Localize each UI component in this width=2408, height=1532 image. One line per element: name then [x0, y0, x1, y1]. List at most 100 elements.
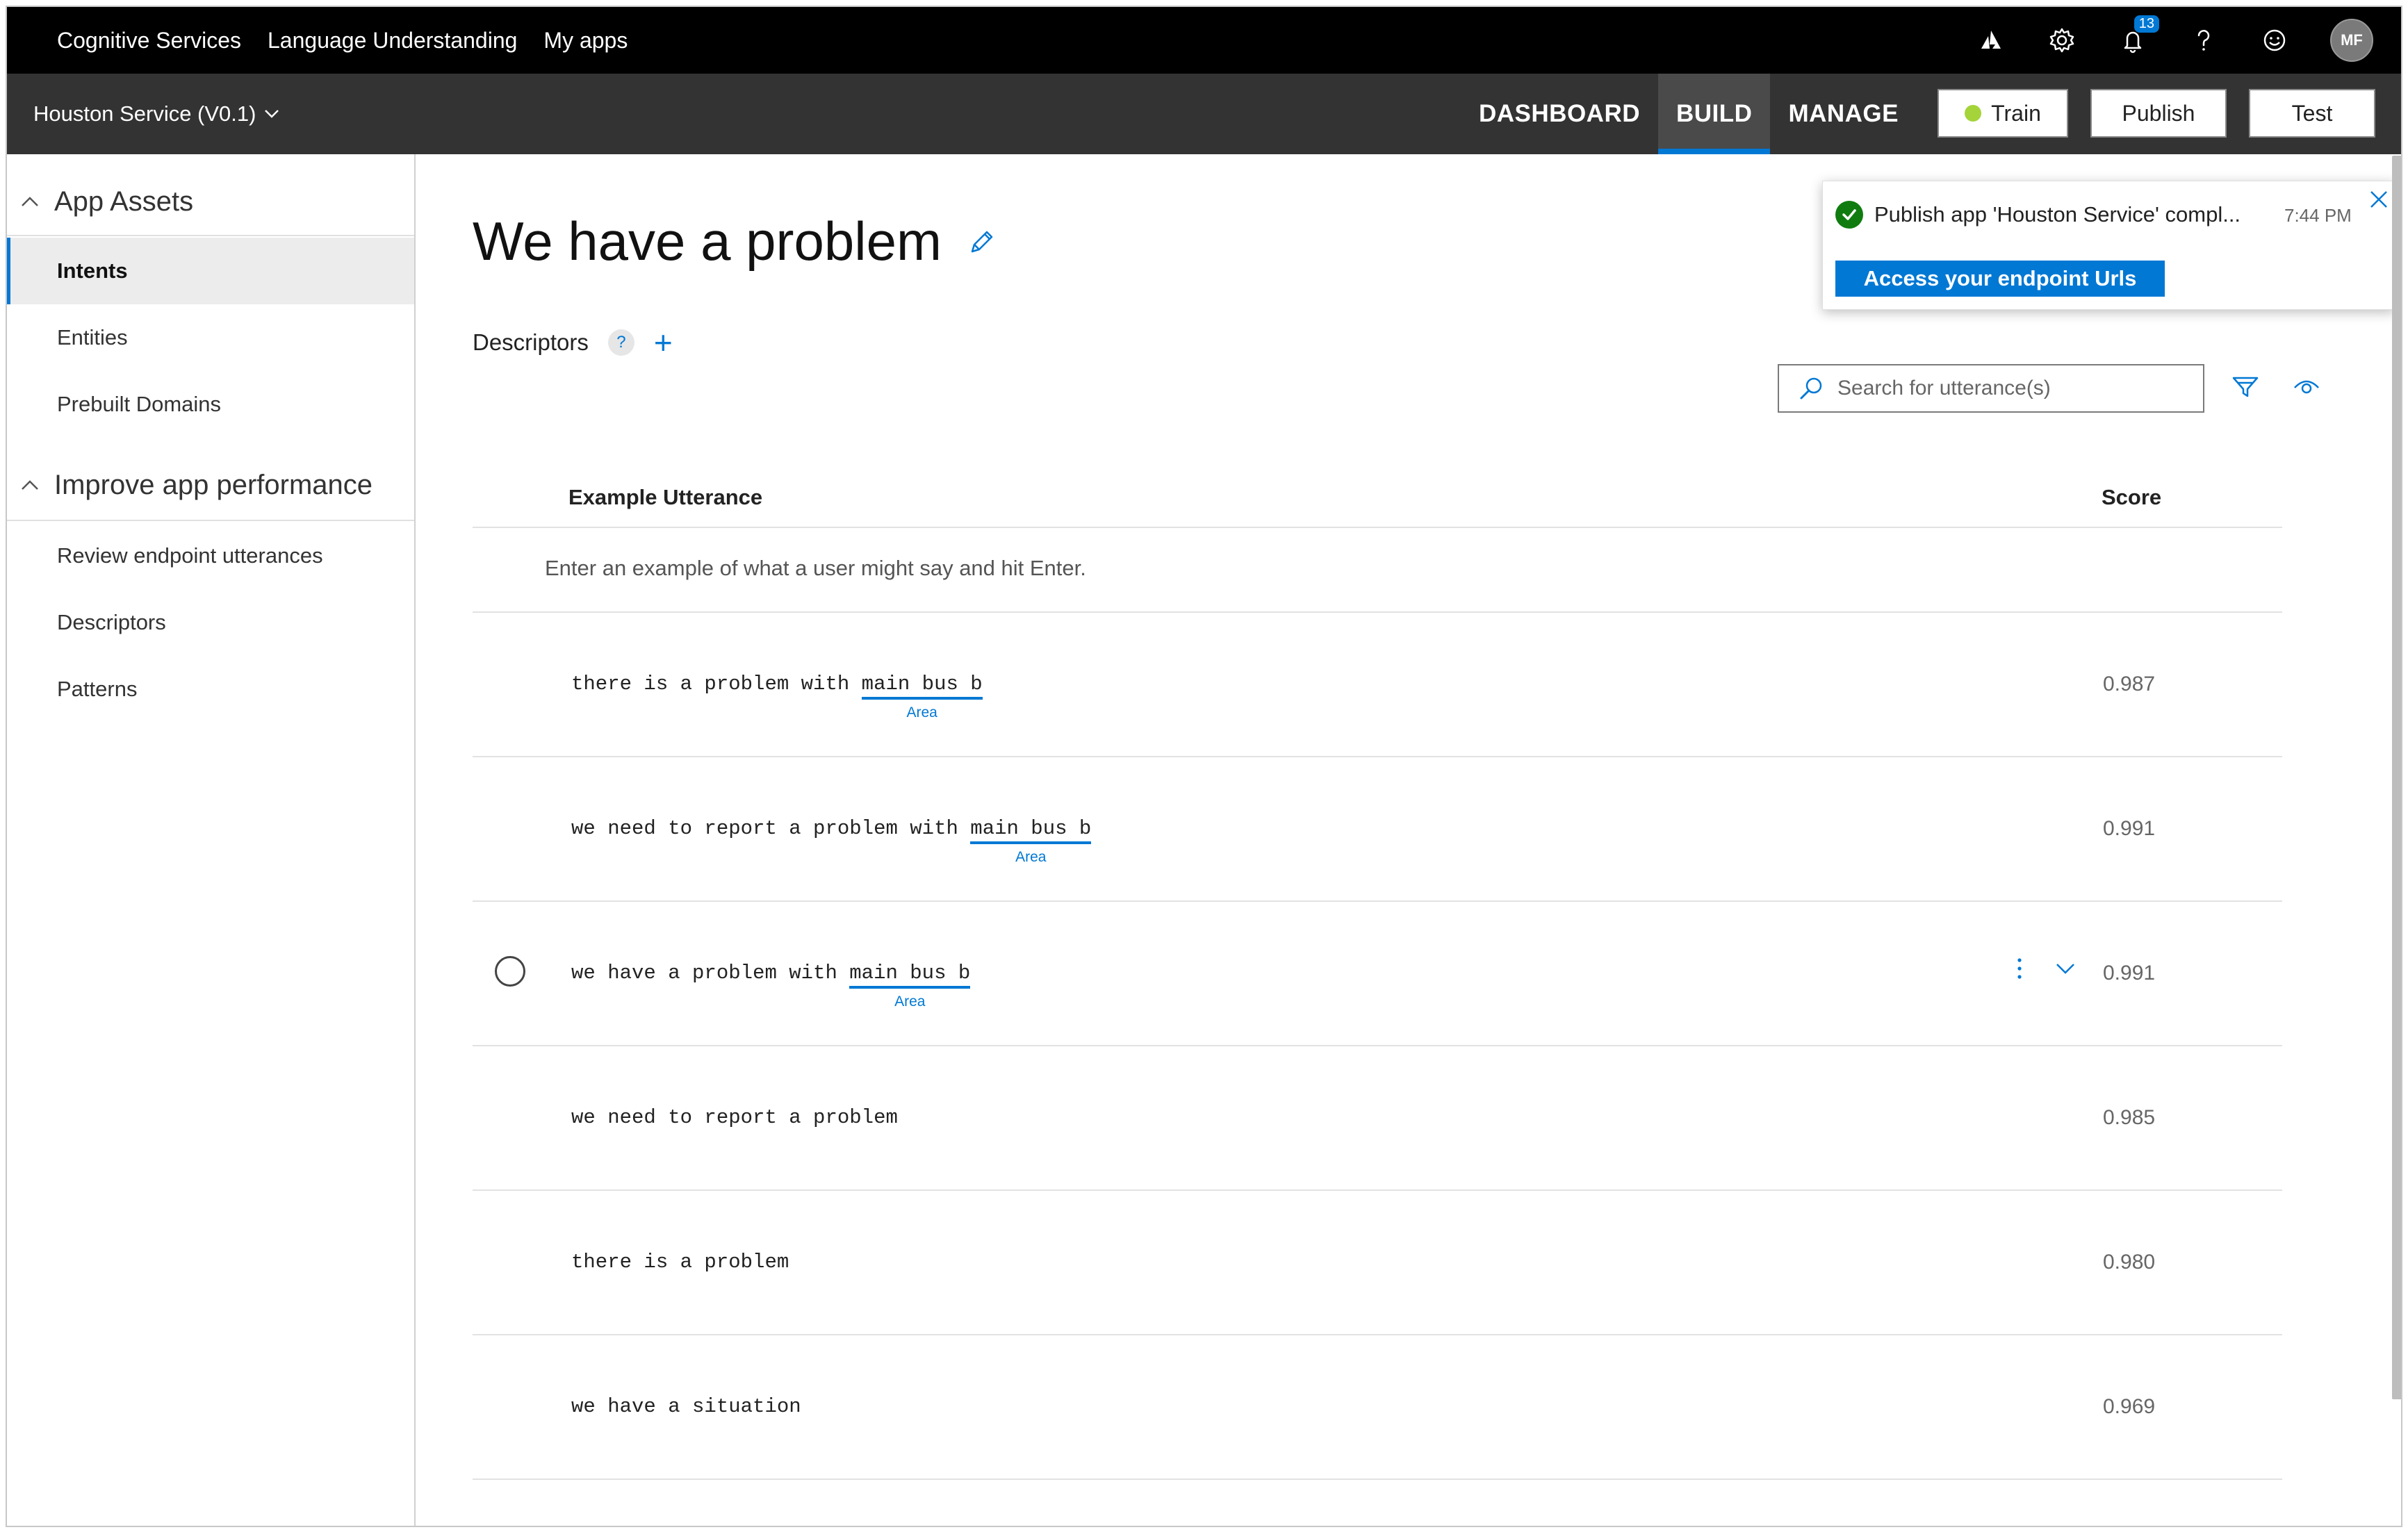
sidebar-item-patterns[interactable]: Patterns — [7, 656, 414, 723]
row-actions — [2007, 955, 2078, 982]
utterance-text: we need to report a problem with main bu… — [571, 817, 1092, 865]
access-endpoint-urls-button[interactable]: Access your endpoint Urls — [1835, 261, 2165, 297]
table-header: Example Utterance Score — [473, 467, 2282, 528]
smiley-icon[interactable] — [2259, 25, 2290, 56]
filter-icon[interactable] — [2228, 370, 2263, 404]
breadcrumb-language-understanding[interactable]: Language Understanding — [268, 28, 517, 53]
utterance-table: Example Utterance Score there is a probl… — [473, 467, 2282, 1480]
app-bar: Houston Service (V0.1) DASHBOARD BUILD M… — [7, 74, 2401, 154]
sidebar-item-descriptors[interactable]: Descriptors — [7, 589, 414, 656]
intent-title: We have a problem — [473, 210, 997, 273]
utterance-text: we have a situation — [571, 1395, 801, 1418]
entity-label: Area — [906, 705, 937, 720]
breadcrumb-my-apps[interactable]: My apps — [543, 28, 628, 53]
sidebar-section-title: Improve app performance — [54, 470, 373, 500]
top-bar: Cognitive Services Language Understandin… — [7, 7, 2401, 74]
utterance-score: 0.991 — [2103, 817, 2156, 840]
app-window: Cognitive Services Language Understandin… — [6, 6, 2402, 1527]
column-header-score[interactable]: Score — [2102, 485, 2161, 510]
close-icon[interactable] — [2364, 184, 2394, 215]
utterance-search[interactable] — [1778, 364, 2204, 413]
page-title: We have a problem — [473, 211, 942, 272]
test-button[interactable]: Test — [2249, 89, 2375, 138]
utterance-text: there is a problem — [571, 1251, 789, 1274]
sidebar-item-entities[interactable]: Entities — [7, 304, 414, 371]
notification-count-badge: 13 — [2133, 15, 2159, 33]
entity-text: main bus b — [861, 673, 983, 695]
new-utterance-row — [473, 528, 2282, 613]
column-header-utterance[interactable]: Example Utterance — [568, 485, 762, 510]
entity-label: Area — [894, 994, 926, 1010]
sidebar-section-improve-performance[interactable]: Improve app performance — [7, 470, 372, 501]
app-actions: Train Publish Test — [1938, 89, 2375, 138]
train-button-label: Train — [1991, 100, 2041, 126]
table-row[interactable]: we need to report a problem 0.985 — [473, 1046, 2282, 1191]
main-content: We have a problem Descriptors ? + Exampl… — [417, 154, 2401, 1526]
table-row[interactable]: we have a problem with main bus b Area 0.… — [473, 902, 2282, 1046]
tab-manage[interactable]: MANAGE — [1770, 74, 1917, 154]
app-selector[interactable]: Houston Service (V0.1) — [33, 101, 281, 126]
utterance-score: 0.987 — [2103, 673, 2156, 695]
table-row[interactable]: we have a situation 0.969 — [473, 1335, 2282, 1480]
entity-token[interactable]: main bus b Area — [849, 962, 971, 1010]
table-row[interactable]: there is a problem with main bus b Area 0… — [473, 613, 2282, 757]
new-utterance-input[interactable] — [545, 549, 1657, 588]
vertical-scrollbar[interactable] — [2392, 156, 2401, 1399]
search-input[interactable] — [1837, 377, 2171, 400]
chevron-up-icon — [22, 196, 38, 206]
utterance-text: we need to report a problem — [571, 1106, 898, 1129]
entity-token[interactable]: main bus b Area — [861, 673, 983, 720]
chevron-down-icon — [265, 110, 279, 118]
topbar-actions: 13 MF — [1976, 7, 2373, 74]
chevron-up-icon — [22, 479, 38, 490]
sidebar-section-app-assets[interactable]: App Assets — [7, 186, 193, 217]
gear-icon[interactable] — [2047, 25, 2077, 56]
utterance-text: we have a problem with main bus b Area — [571, 962, 971, 1010]
publish-button[interactable]: Publish — [2090, 89, 2227, 138]
app-name-label: Houston Service (V0.1) — [33, 101, 256, 126]
sidebar-item-prebuilt-domains[interactable]: Prebuilt Domains — [7, 371, 414, 438]
utterance-text: there is a problem with main bus b Area — [571, 673, 983, 720]
utterance-score: 0.991 — [2103, 962, 2156, 985]
descriptors-row: Descriptors ? + — [473, 327, 673, 359]
sidebar-divider — [7, 520, 414, 521]
help-icon[interactable] — [2188, 25, 2219, 56]
breadcrumb-cognitive-services[interactable]: Cognitive Services — [57, 28, 241, 53]
success-check-icon — [1835, 201, 1863, 229]
help-icon[interactable]: ? — [607, 329, 634, 356]
publish-notification: Publish app 'Houston Service' compl... 7… — [1822, 181, 2395, 310]
chevron-down-icon[interactable] — [2053, 955, 2078, 982]
entity-text: main bus b — [970, 817, 1092, 840]
train-status-icon — [1965, 105, 1982, 122]
utterance-prefix: there is a problem with — [571, 673, 862, 695]
table-row[interactable]: we need to report a problem with main bu… — [473, 757, 2282, 902]
add-descriptor-icon[interactable]: + — [654, 327, 673, 359]
sidebar: App Assets Intents Entities Prebuilt Dom… — [7, 154, 416, 1526]
descriptors-label: Descriptors — [473, 329, 589, 355]
tab-build[interactable]: BUILD — [1658, 74, 1771, 154]
utterance-score: 0.980 — [2103, 1251, 2156, 1274]
table-row[interactable]: there is a problem 0.980 — [473, 1191, 2282, 1335]
avatar[interactable]: MF — [2330, 19, 2373, 62]
train-button[interactable]: Train — [1938, 89, 2068, 138]
sidebar-item-intents[interactable]: Intents — [7, 238, 414, 304]
main-nav: DASHBOARD BUILD MANAGE — [1461, 74, 1917, 154]
utterance-score: 0.985 — [2103, 1106, 2156, 1129]
row-select-radio[interactable] — [495, 956, 525, 987]
sidebar-section-title: App Assets — [54, 186, 194, 217]
more-vertical-icon[interactable] — [2007, 955, 2032, 982]
entity-text: main bus b — [849, 962, 971, 985]
bell-icon[interactable]: 13 — [2118, 15, 2159, 56]
sidebar-item-review-endpoint-utterances[interactable]: Review endpoint utterances — [7, 522, 414, 589]
search-icon — [1800, 377, 1822, 400]
eye-icon[interactable] — [2289, 370, 2324, 404]
entity-token[interactable]: main bus b Area — [970, 817, 1092, 865]
notification-message: Publish app 'Houston Service' compl... — [1874, 202, 2241, 226]
utterance-prefix: we need to report a problem with — [571, 817, 971, 840]
tab-dashboard[interactable]: DASHBOARD — [1461, 74, 1658, 154]
notification-time: 7:44 PM — [2284, 205, 2352, 226]
azure-icon[interactable] — [1976, 25, 2006, 56]
pencil-icon[interactable] — [967, 226, 997, 257]
sidebar-divider — [7, 235, 414, 236]
utterance-score: 0.969 — [2103, 1395, 2156, 1418]
